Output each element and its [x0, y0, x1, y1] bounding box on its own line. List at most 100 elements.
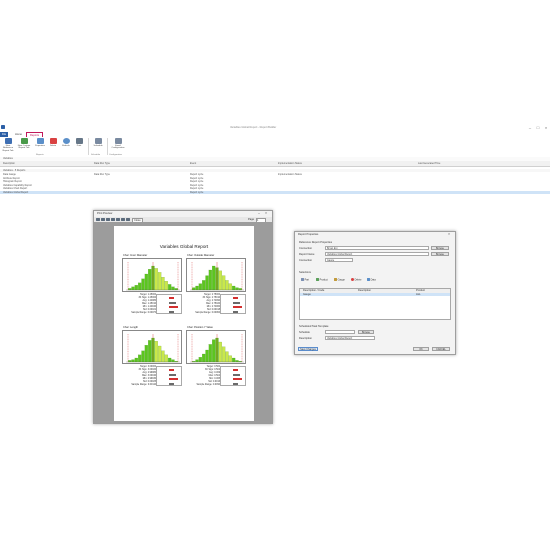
histogram-bar: [195, 285, 199, 291]
ok-button[interactable]: OK: [413, 347, 429, 351]
email-configuration-button[interactable]: Email Configuration: [111, 138, 125, 153]
schedule-browse-button[interactable]: Browse: [358, 330, 374, 334]
close-icon[interactable]: ×: [543, 125, 549, 130]
grid-category-row[interactable]: Variables - 5 Reports: [0, 169, 550, 173]
field-label: Description: [299, 337, 312, 340]
histogram-bar: [198, 357, 202, 363]
next-page-icon[interactable]: [116, 217, 120, 222]
print-button[interactable]: Print: [72, 138, 86, 153]
panel-stats: Target: 1.25000 3K Sigs: 1.25000 Avg: 1.24…: [130, 294, 156, 315]
side-bar: [233, 378, 242, 380]
tab-file[interactable]: File: [0, 131, 8, 137]
histogram-bar: [148, 340, 152, 363]
selections-table: Description / Code Description Product G…: [299, 288, 451, 320]
histogram-chart: [186, 330, 246, 364]
delete-tool[interactable]: Delete: [351, 278, 362, 281]
data-tool[interactable]: Data: [367, 278, 376, 281]
close-icon[interactable]: ×: [265, 211, 267, 215]
data-icon: [367, 278, 370, 281]
save-icon[interactable]: [101, 217, 105, 222]
histogram-bar: [195, 359, 199, 363]
table-row[interactable]: Variables Global Report Report cycle: [0, 191, 550, 195]
histogram-svg: [190, 334, 244, 363]
report-builder-window: Variables Global Report - Report Builder…: [0, 124, 550, 426]
connection-field[interactable]: Bryan Ext: [325, 246, 429, 250]
part-tool[interactable]: Part: [301, 278, 309, 281]
side-bar: [169, 382, 174, 385]
gauge-tool[interactable]: Gauge: [334, 278, 345, 281]
histogram-bar: [154, 341, 158, 363]
gauge-icon: [334, 278, 337, 281]
histogram-bar: [131, 359, 135, 363]
properties-button[interactable]: Properties: [33, 138, 47, 153]
histogram-bar: [171, 359, 175, 363]
new-custom-report-button[interactable]: New Custom Report Tab: [17, 138, 31, 153]
refresh-button[interactable]: Refresh: [59, 138, 73, 153]
side-bar: [169, 369, 174, 371]
column-header[interactable]: Implementation Status: [278, 162, 302, 165]
prev-page-icon[interactable]: [111, 217, 115, 222]
gauge-select[interactable]: Gauge: [325, 258, 353, 262]
browse-button[interactable]: Browse: [431, 252, 449, 256]
browse-button[interactable]: Browse: [431, 246, 449, 250]
zoom-icon[interactable]: [126, 217, 130, 222]
maximize-icon[interactable]: □: [535, 125, 541, 130]
page-label: Page: [248, 218, 255, 221]
column-header[interactable]: Last Generated Time: [418, 162, 440, 165]
category-label: Variables - 5 Reports: [3, 169, 26, 172]
side-bar: [169, 378, 178, 380]
ribbon-separator: [107, 138, 108, 155]
cancel-button[interactable]: CANCEL: [432, 347, 450, 351]
email-icon: [114, 138, 122, 144]
button-label: Schedule: [93, 144, 103, 147]
histogram-bar: [228, 355, 232, 363]
histogram-bar: [154, 268, 158, 291]
button-label: Refresh: [62, 144, 70, 147]
histogram-chart: [122, 330, 182, 364]
delete-button[interactable]: Delete: [46, 138, 60, 153]
histogram-bar: [158, 272, 162, 291]
save-changes-button[interactable]: Save Changes: [298, 347, 318, 351]
first-page-icon[interactable]: [106, 217, 110, 222]
side-bar: [233, 373, 240, 376]
description-field[interactable]: Variables Global Report: [325, 336, 375, 340]
report-name-field[interactable]: Variables Global Report: [325, 252, 429, 256]
histogram-bar: [198, 283, 202, 291]
histogram-bar: [235, 360, 239, 363]
histogram-svg: [190, 262, 244, 291]
column-header[interactable]: Event: [190, 162, 196, 165]
minimize-icon[interactable]: –: [527, 125, 533, 130]
panel-title: Char: Length: [123, 326, 138, 329]
close-icon[interactable]: ×: [448, 232, 450, 236]
histogram-bar: [138, 354, 142, 363]
report-page: Variables Global Report Char: Inner Diam…: [114, 226, 254, 421]
product-tool[interactable]: Product: [316, 278, 328, 281]
panel-stats: Target: 0.500 3K Sigs: 0.502 Avg: 0.499 Max…: [194, 366, 221, 387]
histogram-bar: [138, 282, 142, 291]
tab-home[interactable]: Home: [12, 132, 25, 137]
histogram-bar: [168, 357, 172, 363]
last-page-icon[interactable]: [121, 217, 125, 222]
properties-icon: [36, 138, 44, 144]
schedule-section-label: Scheduled Task Template: [299, 325, 329, 328]
column-header[interactable]: Data Run Type: [94, 162, 110, 165]
histogram-bar: [134, 285, 138, 291]
new-reference-report-button[interactable]: New Reference Report Tab: [1, 138, 15, 153]
print-icon[interactable]: [96, 217, 100, 222]
histogram-svg: [126, 262, 180, 291]
side-bar: [233, 369, 238, 371]
selections-label: Selections: [299, 271, 311, 274]
ribbon-separator: [88, 138, 89, 155]
histogram-bar: [161, 277, 165, 291]
column-header[interactable]: Description: [3, 162, 15, 165]
histogram-bar: [205, 275, 209, 291]
side-bar: [233, 382, 238, 385]
row-code: Gauge: [303, 292, 311, 296]
selection-row[interactable]: Gauge ALL: [300, 292, 450, 296]
side-bar: [169, 306, 178, 308]
preview-area[interactable]: Variables Global Report Char: Inner Diam…: [94, 222, 272, 423]
minimize-icon[interactable]: –: [258, 211, 260, 215]
schedule-button[interactable]: Schedule: [91, 138, 105, 153]
schedule-field[interactable]: [325, 330, 355, 334]
histogram-bar: [148, 269, 152, 291]
